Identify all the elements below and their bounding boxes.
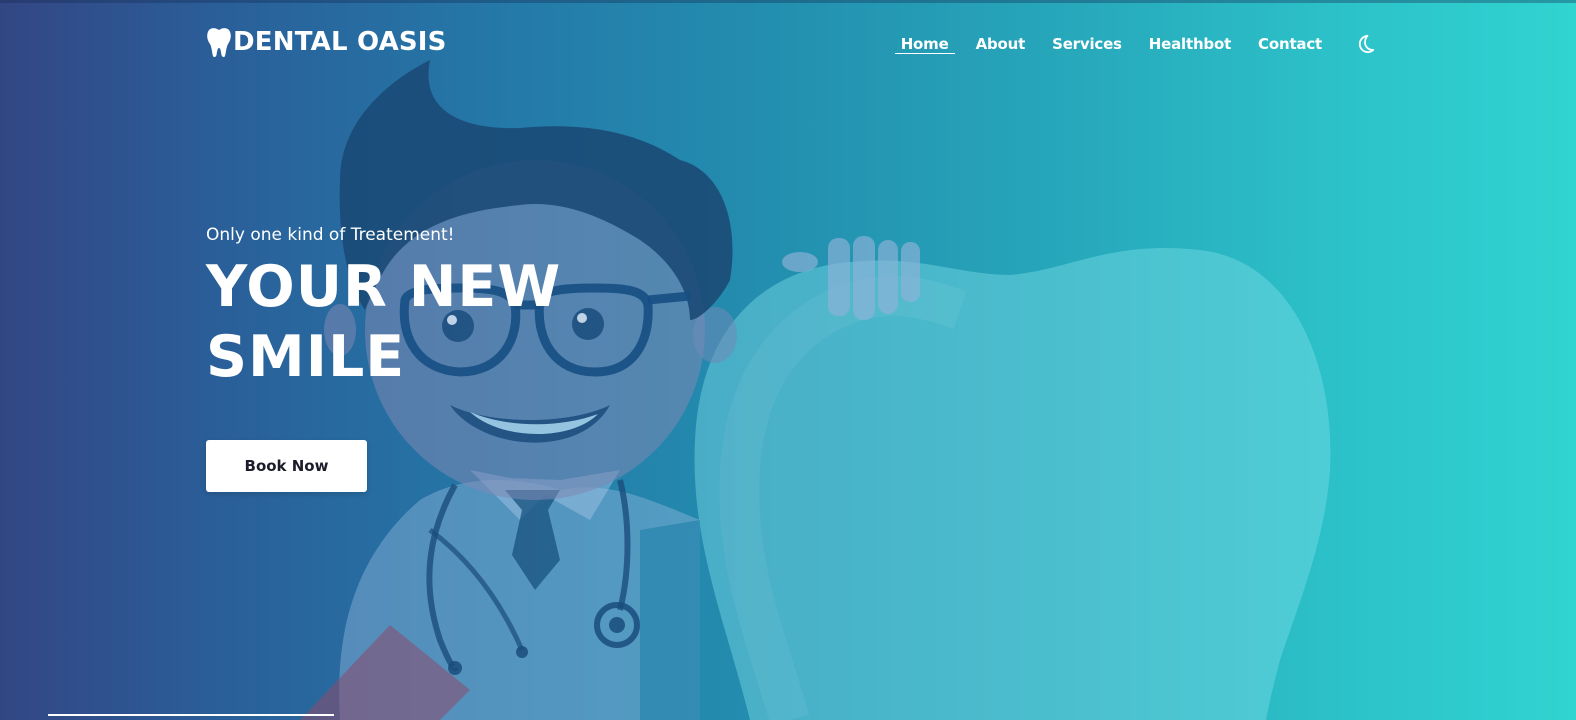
nav-item-home[interactable]: Home — [894, 22, 955, 66]
hero-tagline: Only one kind of Treatement! — [206, 225, 455, 245]
hero-content: Only one kind of Treatement! YOUR NEW SM… — [206, 222, 806, 492]
nav-item-healthbot[interactable]: Healthbot — [1149, 22, 1231, 66]
scroll-indicator-bar — [48, 714, 334, 716]
hero-headline: YOUR NEW SMILE — [206, 252, 806, 392]
nav-item-about[interactable]: About — [976, 22, 1026, 66]
book-now-button[interactable]: Book Now — [206, 440, 367, 492]
navbar: DENTAL OASIS Home About Services Healthb… — [206, 22, 1376, 66]
tooth-icon — [207, 28, 231, 58]
brand-logo-link[interactable]: DENTAL OASIS — [206, 26, 447, 58]
brand-name: DENTAL OASIS — [233, 27, 447, 57]
headline-line-1: YOUR NEW — [206, 254, 562, 320]
nav-menu: Home About Services Healthbot Contact — [894, 22, 1376, 66]
theme-toggle-button[interactable] — [1354, 33, 1376, 55]
nav-item-contact[interactable]: Contact — [1258, 22, 1322, 66]
hero-section: DENTAL OASIS Home About Services Healthb… — [0, 0, 1576, 720]
moon-icon — [1358, 34, 1375, 54]
headline-line-2: SMILE — [206, 324, 406, 390]
nav-item-services[interactable]: Services — [1052, 22, 1122, 66]
